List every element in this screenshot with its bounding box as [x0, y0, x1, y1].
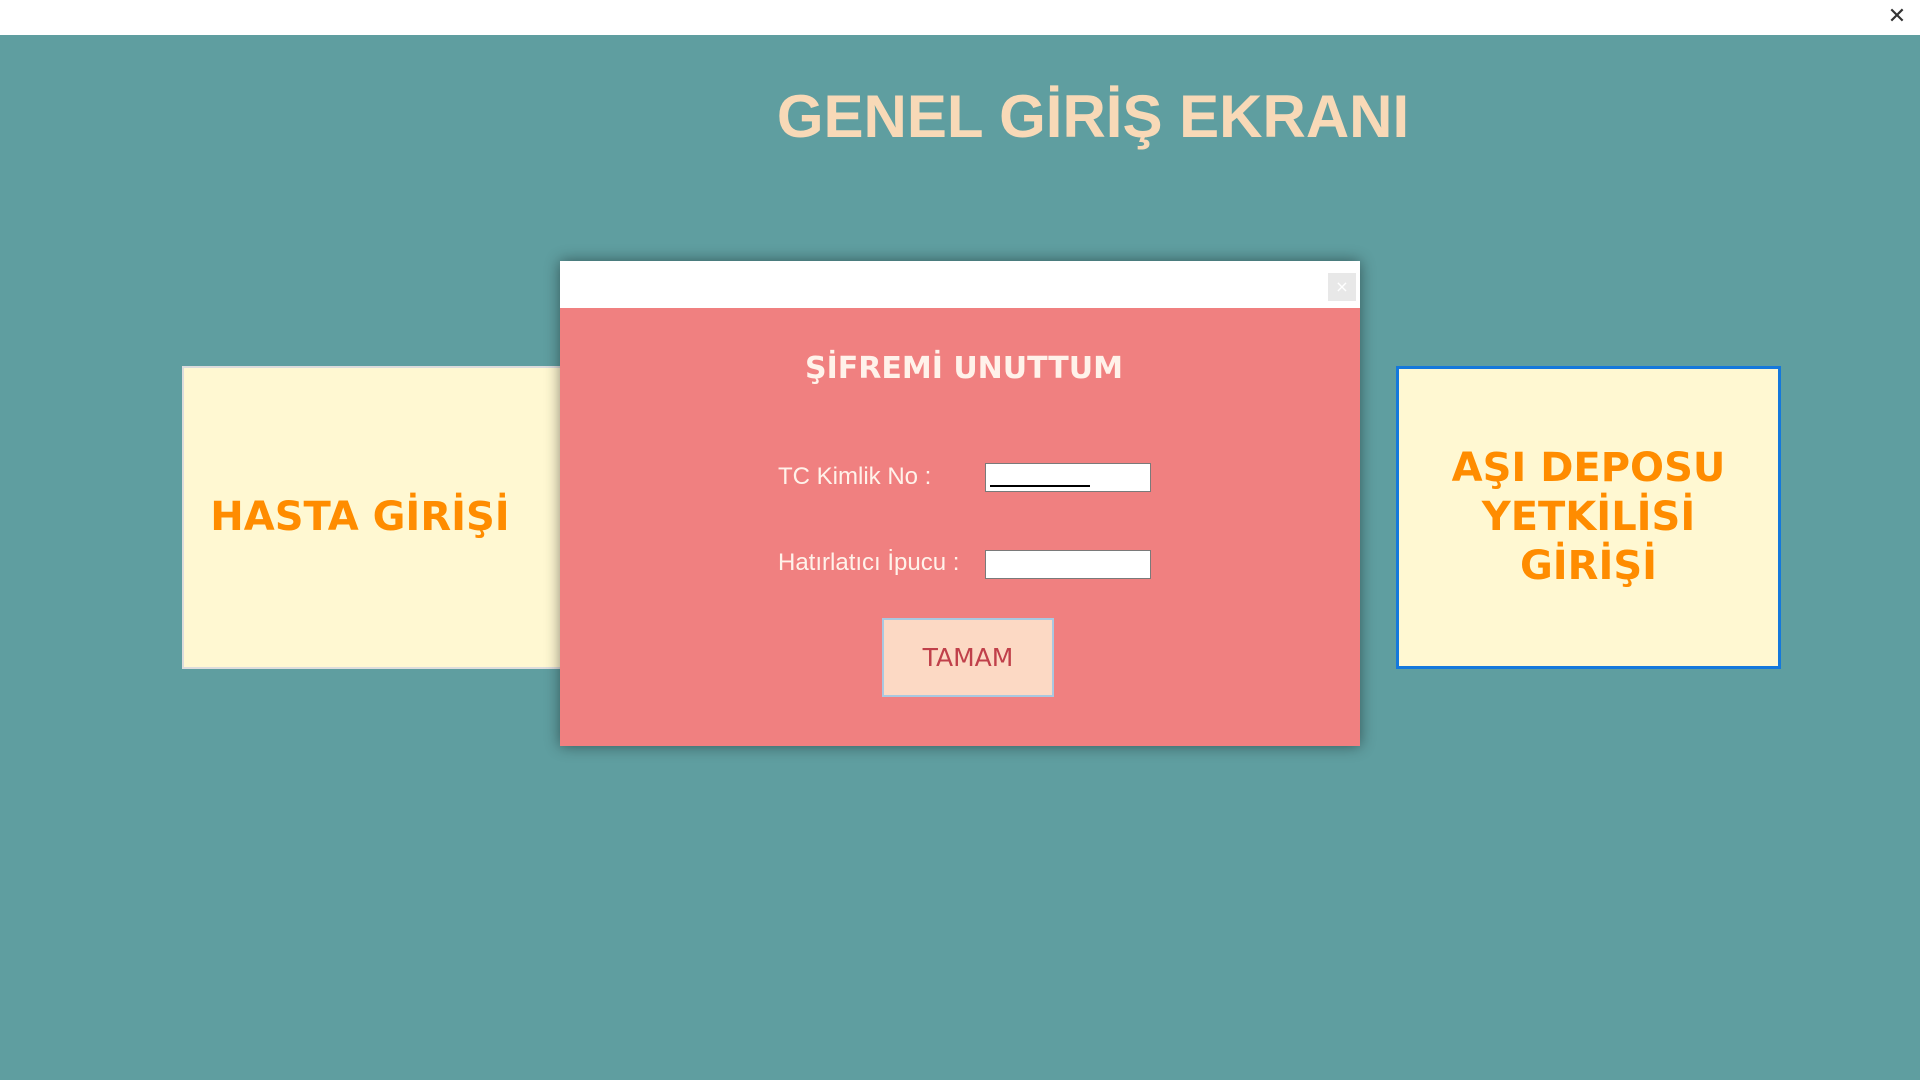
window-titlebar: ✕: [0, 0, 1920, 35]
hatirlatici-ipucu-label: Hatırlatıcı İpucu :: [778, 549, 960, 576]
asi-deposu-label: AŞI DEPOSU YETKİLİSİ GİRİŞİ: [1452, 444, 1726, 591]
main-window: ✕ GENEL GİRİŞ EKRANI HASTA GİRİŞİ AŞI DE…: [0, 0, 1920, 1080]
forgot-password-dialog: × ŞİFREMİ UNUTTUM TC Kimlik No : Hatırla…: [560, 261, 1360, 746]
hasta-girisi-button[interactable]: HASTA GİRİŞİ: [182, 366, 568, 669]
dialog-heading: ŞİFREMİ UNUTTUM: [805, 351, 1123, 386]
tc-kimlik-input[interactable]: [985, 463, 1151, 492]
hasta-girisi-label: HASTA GİRİŞİ: [210, 494, 510, 540]
asi-deposu-yetkilisi-button[interactable]: AŞI DEPOSU YETKİLİSİ GİRİŞİ: [1396, 366, 1781, 669]
asi-label-line-2: YETKİLİSİ: [1481, 494, 1696, 540]
asi-label-line-3: GİRİŞİ: [1519, 543, 1658, 589]
tc-kimlik-label: TC Kimlik No :: [778, 463, 932, 490]
asi-label-line-1: AŞI DEPOSU: [1451, 445, 1726, 491]
window-close-icon[interactable]: ✕: [1884, 4, 1910, 30]
tamam-button[interactable]: TAMAM: [882, 618, 1054, 697]
page-title: GENEL GİRİŞ EKRANI: [776, 83, 1410, 150]
hatirlatici-ipucu-input[interactable]: [985, 550, 1151, 579]
tc-kimlik-input-mask: [990, 485, 1090, 487]
dialog-close-icon[interactable]: ×: [1328, 273, 1356, 301]
dialog-titlebar: ×: [560, 261, 1360, 308]
